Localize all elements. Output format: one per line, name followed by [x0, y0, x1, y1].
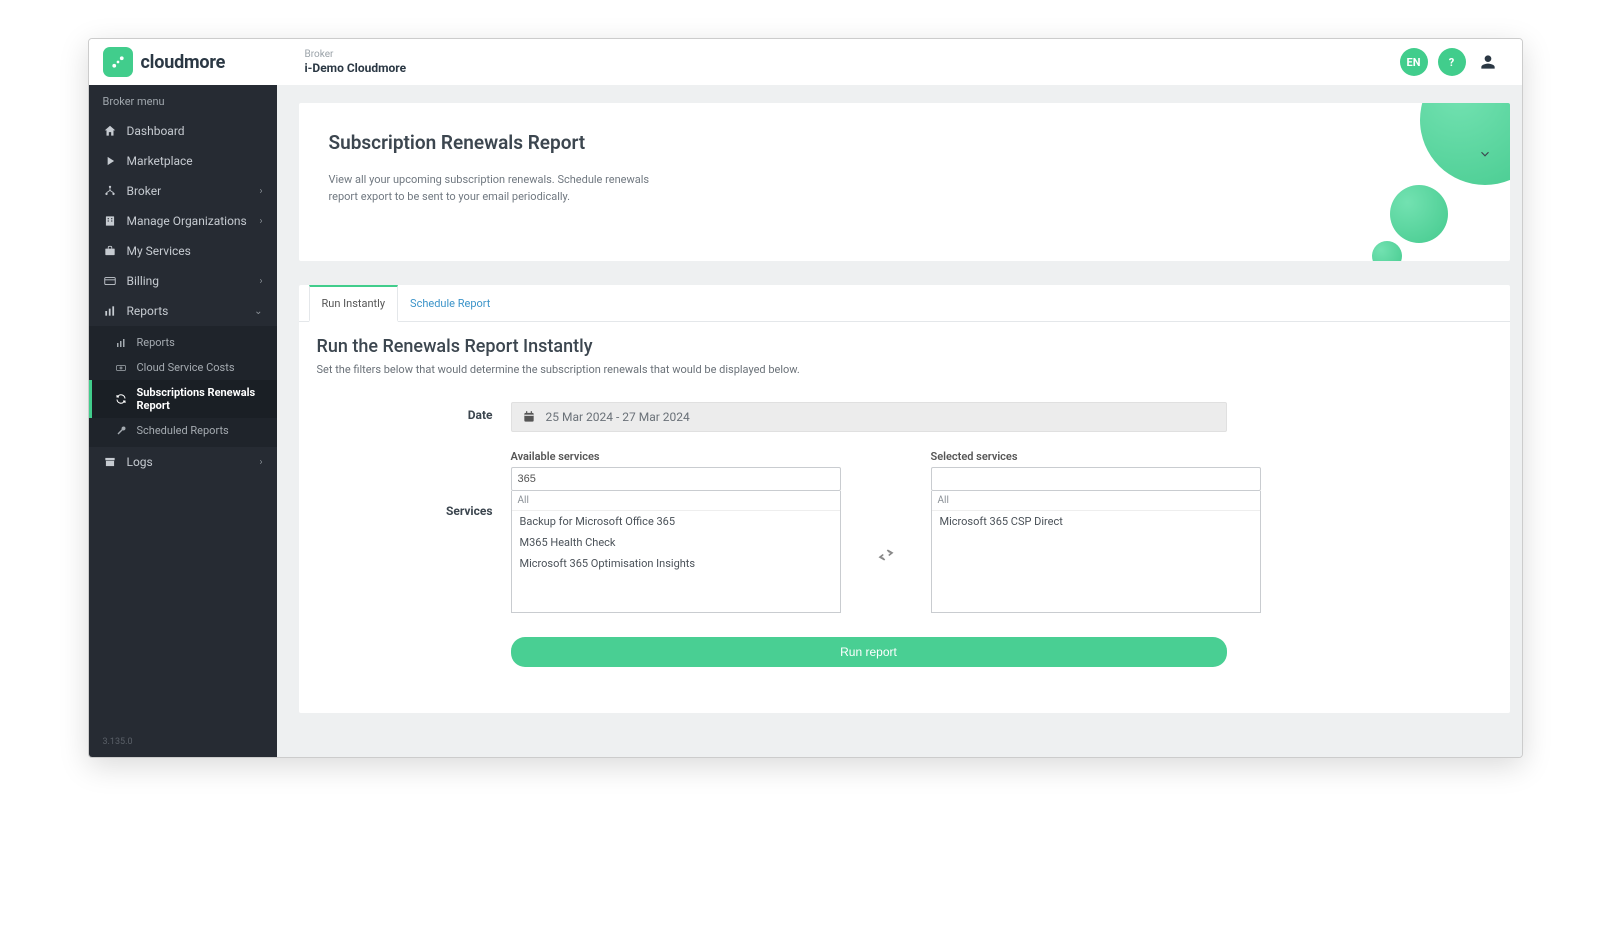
top-header: cloudmore Broker i-Demo Cloudmore EN ?: [89, 39, 1522, 85]
transfer-buttons: [869, 497, 903, 566]
refresh-icon: [115, 393, 127, 405]
sidebar-item-label: Broker: [127, 184, 162, 198]
list-item[interactable]: M365 Health Check: [512, 532, 840, 553]
brand-logo[interactable]: cloudmore: [89, 47, 277, 77]
sidebar-item-label: Reports: [127, 304, 169, 318]
selected-select-all[interactable]: All: [932, 491, 1260, 511]
sidebar-sub-scheduled-reports[interactable]: Scheduled Reports: [89, 418, 277, 443]
sidebar-item-label: Marketplace: [127, 154, 193, 168]
language-switcher[interactable]: EN: [1400, 48, 1428, 76]
credit-card-icon: [103, 274, 117, 288]
bar-chart-icon: [103, 304, 117, 318]
org-name: i-Demo Cloudmore: [305, 61, 1400, 75]
available-services-label: Available services: [511, 450, 841, 463]
section-description: Set the filters below that would determi…: [317, 363, 1492, 376]
brand-name: cloudmore: [141, 52, 226, 73]
sidebar-item-label: Billing: [127, 274, 160, 288]
sidebar-item-marketplace[interactable]: Marketplace: [89, 146, 277, 176]
sidebar-item-label: Logs: [127, 455, 153, 469]
sidebar-sub-label: Reports: [137, 336, 175, 349]
archive-icon: [103, 455, 117, 469]
sidebar-reports-submenu: Reports Cloud Service Costs Subscription…: [89, 326, 277, 447]
sidebar-item-manage-organizations[interactable]: Manage Organizations ›: [89, 206, 277, 236]
main-content: Subscription Renewals Report View all yo…: [277, 85, 1522, 757]
decorative-circle: [1420, 103, 1510, 185]
date-range-picker[interactable]: 25 Mar 2024 - 27 Mar 2024: [511, 402, 1227, 432]
sidebar-item-broker[interactable]: Broker ›: [89, 176, 277, 206]
sidebar-sub-label: Subscriptions Renewals Report: [137, 386, 263, 412]
sidebar-item-reports[interactable]: Reports ⌄: [89, 296, 277, 326]
collapse-hero-button[interactable]: [1474, 143, 1496, 165]
swap-icon[interactable]: [877, 547, 895, 566]
brand-icon: [103, 47, 133, 77]
sidebar-item-label: Dashboard: [127, 124, 185, 138]
tab-schedule-report[interactable]: Schedule Report: [398, 285, 502, 322]
sidebar-sub-label: Cloud Service Costs: [137, 361, 235, 374]
selected-services-search[interactable]: [931, 467, 1261, 491]
home-icon: [103, 124, 117, 138]
sidebar-item-dashboard[interactable]: Dashboard: [89, 116, 277, 146]
chevron-down-icon: ⌄: [254, 306, 262, 317]
sidebar-sub-subscriptions-renewals-report[interactable]: Subscriptions Renewals Report: [89, 380, 277, 418]
section-title: Run the Renewals Report Instantly: [317, 336, 1492, 357]
run-report-button[interactable]: Run report: [511, 637, 1227, 667]
app-version: 3.135.0: [89, 727, 277, 757]
sidebar-sub-cloud-service-costs[interactable]: Cloud Service Costs: [89, 355, 277, 380]
page-title: Subscription Renewals Report: [329, 131, 1480, 154]
tab-run-instantly[interactable]: Run Instantly: [309, 285, 399, 322]
calendar-icon: [512, 403, 546, 431]
selected-services-list[interactable]: All Microsoft 365 CSP Direct: [931, 491, 1261, 613]
chevron-right-icon: ›: [259, 216, 262, 227]
hero-card: Subscription Renewals Report View all yo…: [299, 103, 1510, 261]
building-icon: [103, 214, 117, 228]
wrench-icon: [115, 425, 127, 437]
sidebar: Broker menu Dashboard Marketplace Broker…: [89, 85, 277, 757]
help-button[interactable]: ?: [1438, 48, 1466, 76]
hierarchy-icon: [103, 184, 117, 198]
report-panel: Run Instantly Schedule Report Run the Re…: [299, 285, 1510, 713]
date-range-value: 25 Mar 2024 - 27 Mar 2024: [546, 410, 690, 424]
sidebar-item-label: Manage Organizations: [127, 214, 247, 228]
services-label: Services: [335, 450, 511, 518]
tabs: Run Instantly Schedule Report: [299, 285, 1510, 322]
user-menu-icon[interactable]: [1476, 50, 1500, 74]
play-icon: [103, 154, 117, 168]
available-services-list[interactable]: All Backup for Microsoft Office 365 M365…: [511, 491, 841, 613]
list-item[interactable]: Microsoft 365 CSP Direct: [932, 511, 1260, 532]
sidebar-item-label: My Services: [127, 244, 191, 258]
date-label: Date: [335, 402, 511, 422]
sidebar-item-my-services[interactable]: My Services: [89, 236, 277, 266]
sidebar-item-billing[interactable]: Billing ›: [89, 266, 277, 296]
sidebar-item-logs[interactable]: Logs ›: [89, 447, 277, 477]
chevron-right-icon: ›: [259, 457, 262, 468]
chevron-right-icon: ›: [259, 186, 262, 197]
money-icon: [115, 362, 127, 374]
selected-services-label: Selected services: [931, 450, 1261, 463]
briefcase-icon: [103, 244, 117, 258]
sidebar-heading: Broker menu: [89, 85, 277, 116]
list-item[interactable]: Backup for Microsoft Office 365: [512, 511, 840, 532]
bar-chart-icon: [115, 337, 127, 349]
available-select-all[interactable]: All: [512, 491, 840, 511]
available-services-search[interactable]: [511, 467, 841, 491]
chevron-right-icon: ›: [259, 276, 262, 287]
decorative-circle: [1372, 241, 1402, 261]
sidebar-sub-reports[interactable]: Reports: [89, 330, 277, 355]
org-label: Broker: [305, 49, 1400, 61]
list-item[interactable]: Microsoft 365 Optimisation Insights: [512, 553, 840, 574]
decorative-circle: [1390, 185, 1448, 243]
org-breadcrumb[interactable]: Broker i-Demo Cloudmore: [277, 49, 1400, 75]
sidebar-sub-label: Scheduled Reports: [137, 424, 229, 437]
page-description: View all your upcoming subscription rene…: [329, 172, 679, 205]
